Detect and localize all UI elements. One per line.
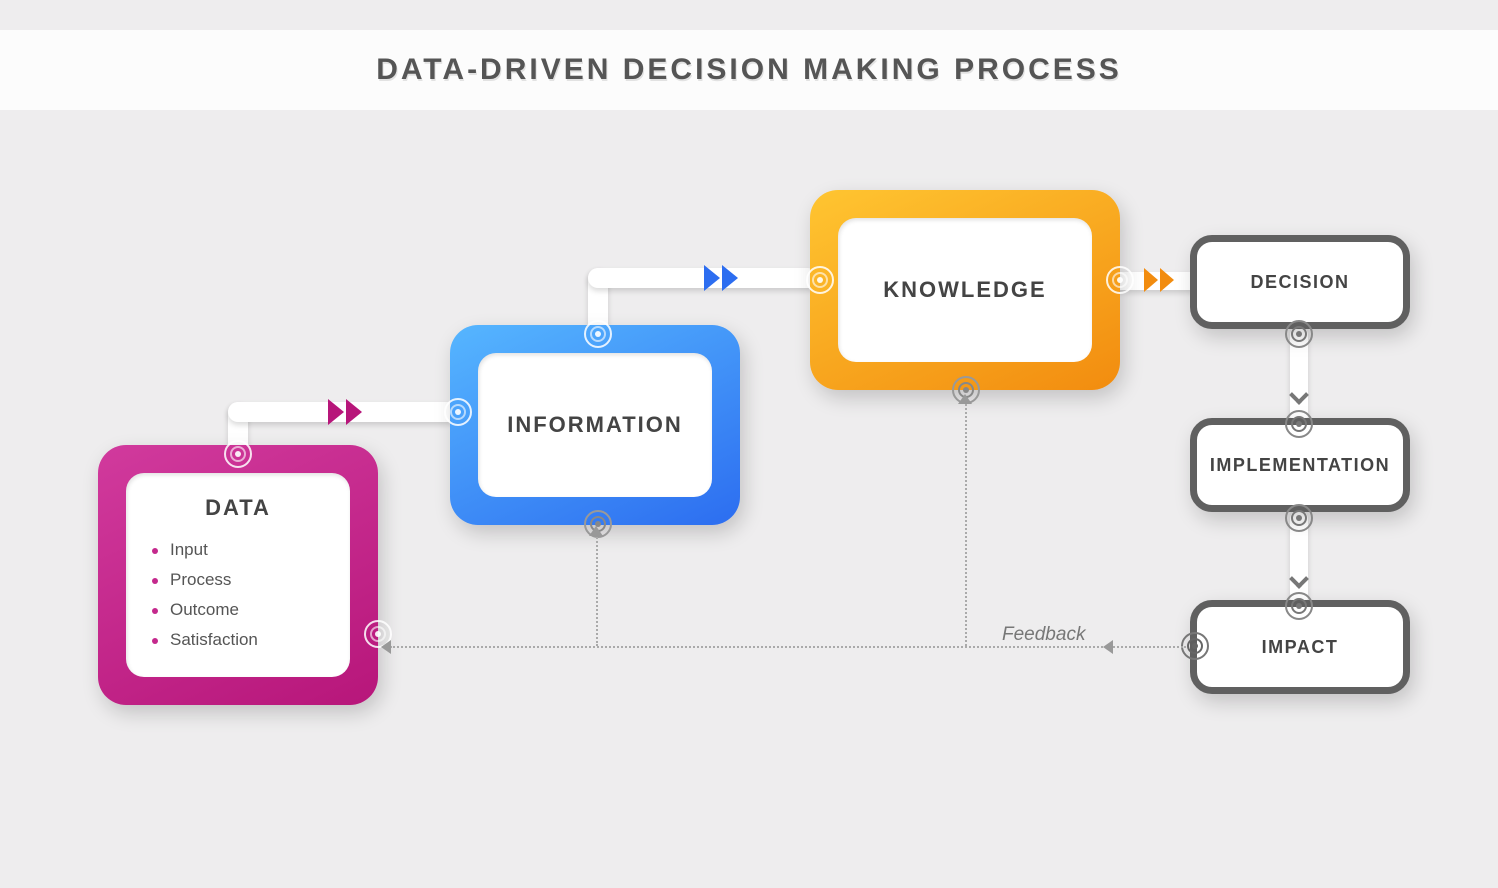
node-knowledge-label: KNOWLEDGE xyxy=(883,277,1046,303)
node-knowledge-inner: KNOWLEDGE xyxy=(838,218,1092,362)
list-item: Input xyxy=(152,535,324,565)
node-information-label: INFORMATION xyxy=(507,412,683,438)
node-information-inner: INFORMATION xyxy=(478,353,712,497)
connector-pipe xyxy=(588,268,818,288)
connector-ring-icon xyxy=(806,266,834,294)
double-arrow-icon xyxy=(704,265,738,291)
connector-ring-icon xyxy=(1285,410,1313,438)
node-decision: DECISION xyxy=(1190,235,1410,329)
list-item: Outcome xyxy=(152,595,324,625)
node-impact-label: IMPACT xyxy=(1262,637,1339,658)
list-item: Process xyxy=(152,565,324,595)
feedback-arrow-icon xyxy=(1103,640,1113,654)
node-data: DATA Input Process Outcome Satisfaction xyxy=(98,445,378,705)
feedback-arrow-icon xyxy=(958,394,972,404)
connector-ring-icon xyxy=(1106,266,1134,294)
connector-ring-icon xyxy=(1285,592,1313,620)
connector-ring-icon xyxy=(224,440,252,468)
node-information: INFORMATION xyxy=(450,325,740,525)
connector-ring-icon xyxy=(584,320,612,348)
feedback-arrow-icon xyxy=(589,526,603,536)
node-data-label: DATA xyxy=(205,495,271,521)
connector-ring-icon xyxy=(1285,504,1313,532)
connector-ring-icon xyxy=(444,398,472,426)
node-decision-label: DECISION xyxy=(1250,272,1349,293)
diagram-title: DATA-DRIVEN DECISION MAKING PROCESS xyxy=(376,53,1122,87)
connector-ring-icon xyxy=(1285,320,1313,348)
feedback-line xyxy=(596,534,598,646)
double-arrow-icon xyxy=(1144,268,1174,292)
feedback-line xyxy=(390,646,1186,648)
feedback-label: Feedback xyxy=(1002,624,1085,646)
double-arrow-icon xyxy=(328,399,362,425)
feedback-arrow-icon xyxy=(381,640,391,654)
node-implementation-label: IMPLEMENTATION xyxy=(1210,455,1390,476)
node-data-inner: DATA Input Process Outcome Satisfaction xyxy=(126,473,350,677)
title-bar: DATA-DRIVEN DECISION MAKING PROCESS xyxy=(0,30,1498,110)
node-knowledge: KNOWLEDGE xyxy=(810,190,1120,390)
node-data-list: Input Process Outcome Satisfaction xyxy=(152,535,324,655)
list-item: Satisfaction xyxy=(152,625,324,655)
diagram-canvas: DATA-DRIVEN DECISION MAKING PROCESS DATA… xyxy=(0,0,1498,888)
feedback-line xyxy=(965,400,967,646)
